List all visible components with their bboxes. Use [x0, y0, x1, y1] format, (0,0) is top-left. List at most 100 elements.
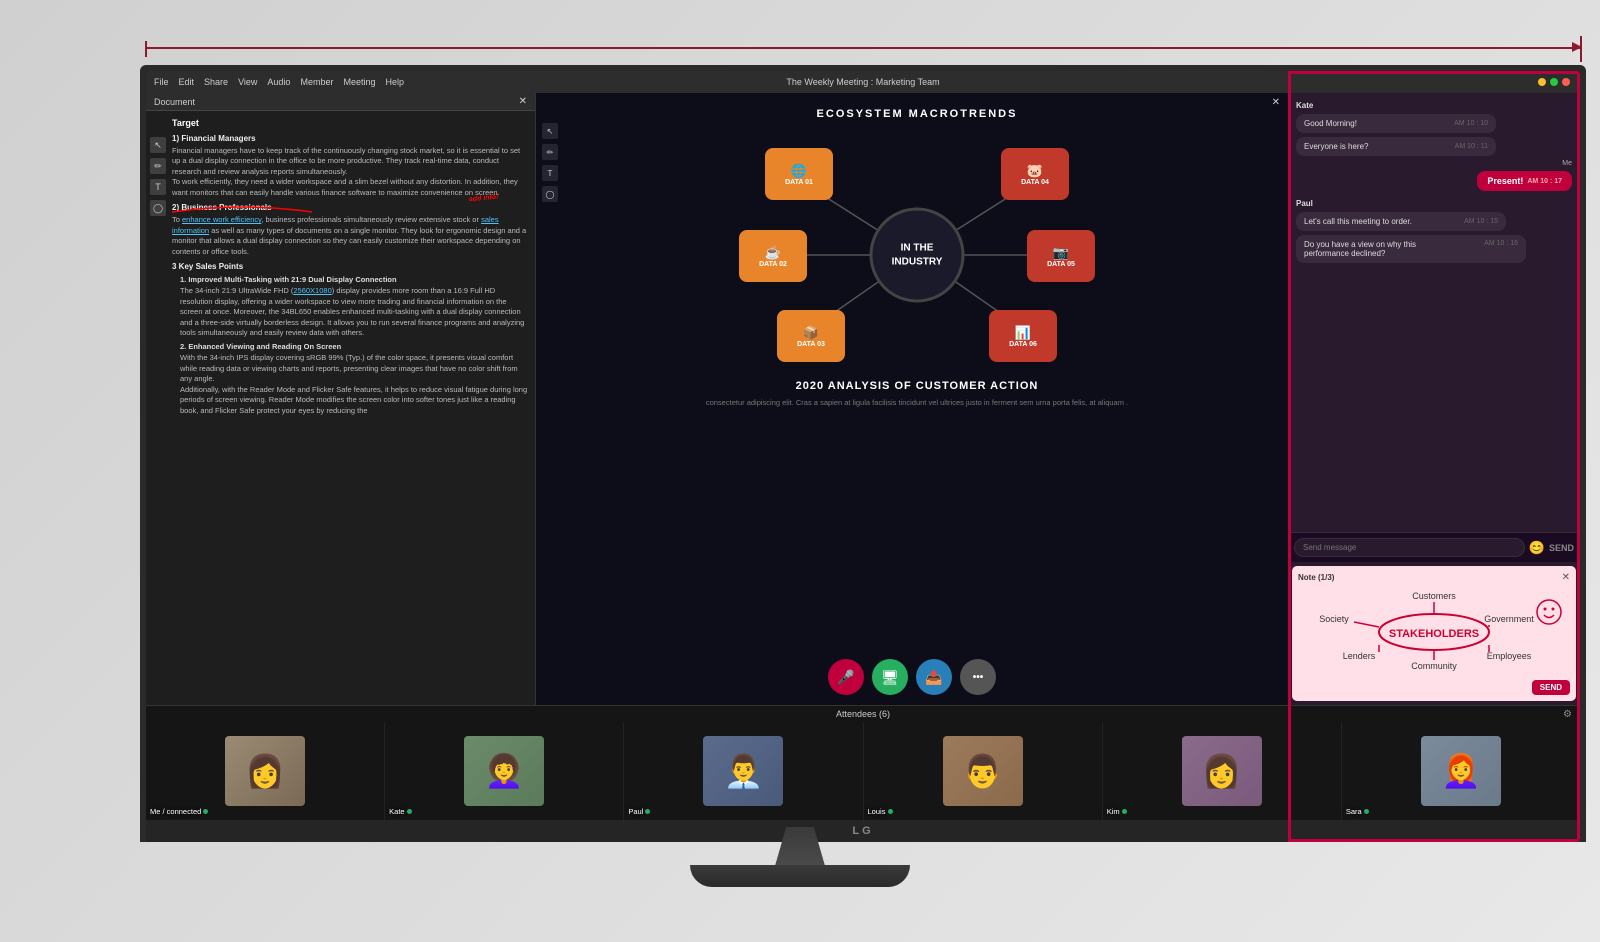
menu-meeting[interactable]: Meeting	[343, 77, 375, 87]
eco-node-02: ☕ DATA 02	[739, 230, 807, 282]
menu-view[interactable]: View	[238, 77, 257, 87]
pres-subtitle: 2020 ANALYSIS OF CUSTOMER ACTION	[796, 380, 1039, 392]
menu-audio[interactable]: Audio	[267, 77, 290, 87]
screen-button[interactable]: 🖥	[872, 659, 908, 695]
doc-section-finance: 1) Financial Managers Financial managers…	[172, 133, 529, 199]
chat-bubble-meeting-order: Let's call this meeting to order. AM 10 …	[1296, 212, 1506, 231]
eco-node-05: 📷 DATA 05	[1027, 230, 1095, 282]
svg-text:Customers: Customers	[1412, 591, 1456, 601]
chat-bubble-good-morning: Good Morning! AM 10 : 10	[1296, 114, 1496, 133]
ecosystem-diagram: IN THE INDUSTRY 🌐 DATA 01 ☕ DATA 02	[737, 140, 1097, 370]
chat-messages-area: Kate Good Morning! AM 10 : 10 Everyone i…	[1288, 93, 1580, 532]
chat-panel: Kate Good Morning! AM 10 : 10 Everyone i…	[1288, 93, 1580, 705]
pres-content: ECOSYSTEM MACROTRENDS	[536, 93, 1288, 705]
menu-bar: File Edit Share View Audio Member Meetin…	[146, 71, 1580, 93]
attendees-list: 👩 Me / connected 👩‍🦱 Kate 👨‍💼	[146, 706, 1580, 820]
chat-bubble-present: Present! AM 10 : 17	[1477, 171, 1572, 191]
attendee-sara-name: Sara	[1346, 807, 1369, 816]
menu-share[interactable]: Share	[204, 77, 228, 87]
stakeholders-svg: Customers Society Government STAKEHOLDER…	[1298, 587, 1570, 672]
pres-tool-cursor[interactable]: ↖	[542, 123, 558, 139]
pres-tool-shape[interactable]: ◯	[542, 186, 558, 202]
note-header: Note (1/3) ✕	[1298, 572, 1570, 583]
share-button[interactable]: 📤	[916, 659, 952, 695]
eco-node-06: 📊 DATA 06	[989, 310, 1057, 362]
close-dot[interactable]	[1562, 78, 1570, 86]
monitor-stand	[690, 827, 910, 887]
eco-node-04: 🐷 DATA 04	[1001, 148, 1069, 200]
pres-header-title: ECOSYSTEM MACROTRENDS	[817, 108, 1018, 120]
main-area: Document ✕ ↖ ✏ T ◯ Target 1) Financial M…	[146, 93, 1580, 705]
attendee-me-name: Me / connected	[150, 807, 208, 816]
attendee-kim-name: Kim	[1107, 807, 1127, 816]
svg-text:Employees: Employees	[1487, 651, 1532, 661]
presentation-panel: ✕ ↖ ✏ T ◯ ECOSYSTEM MACROTRENDS	[536, 93, 1288, 705]
minimize-dot[interactable]	[1538, 78, 1546, 86]
attendee-kim: 👩 Kim	[1103, 722, 1342, 820]
attendees-title-label: Attendees (6)	[836, 709, 890, 719]
menu-file[interactable]: File	[154, 77, 169, 87]
chat-input-field[interactable]	[1294, 538, 1525, 557]
svg-text:Society: Society	[1319, 614, 1349, 624]
tool-shape[interactable]: ◯	[150, 200, 166, 216]
note-title: Note (1/3)	[1298, 573, 1334, 582]
chat-me-label: Me	[1296, 160, 1572, 167]
monitor-screen: File Edit Share View Audio Member Meetin…	[146, 71, 1580, 842]
pres-tool-text[interactable]: T	[542, 165, 558, 181]
svg-text:Lenders: Lenders	[1343, 651, 1376, 661]
svg-text:Government: Government	[1484, 614, 1534, 624]
tool-pen[interactable]: ✏	[150, 158, 166, 174]
measurement-arrow	[145, 38, 1582, 58]
controls-bar: 🎤 🖥 📤 •••	[828, 659, 996, 695]
doc-toolbar: ↖ ✏ T ◯	[150, 137, 166, 216]
attendee-kate: 👩‍🦱 Kate	[385, 722, 624, 820]
note-close-icon[interactable]: ✕	[1562, 572, 1570, 583]
doc-section-business: 2) Business Professionals add info! To e…	[172, 202, 529, 257]
menu-edit[interactable]: Edit	[179, 77, 195, 87]
svg-text:STAKEHOLDERS: STAKEHOLDERS	[1389, 628, 1479, 640]
eco-center-circle: IN THE INDUSTRY	[870, 208, 965, 303]
doc-content: Target 1) Financial Managers Financial m…	[146, 111, 535, 695]
doc-section-sales: 3 Key Sales Points 1. Improved Multi-Tas…	[172, 261, 529, 416]
doc-section-target: Target	[172, 117, 529, 130]
menu-items[interactable]: File Edit Share View Audio Member Meetin…	[154, 77, 404, 87]
window-title: The Weekly Meeting : Marketing Team	[786, 77, 939, 87]
pres-lorem-text: consectetur adipiscing elit. Cras a sapi…	[686, 398, 1148, 407]
mic-button[interactable]: 🎤	[828, 659, 864, 695]
pres-tool-pen[interactable]: ✏	[542, 144, 558, 160]
more-button[interactable]: •••	[960, 659, 996, 695]
chat-sender-kate: Kate	[1296, 101, 1572, 110]
doc-panel-header: Document ✕	[146, 93, 535, 111]
window-controls	[1538, 78, 1570, 86]
attendees-settings-icon[interactable]: ⚙	[1563, 709, 1572, 720]
send-chat-button[interactable]: SEND	[1549, 543, 1574, 553]
doc-panel-close[interactable]: ✕	[519, 96, 527, 107]
pres-close-btn[interactable]: ✕	[1272, 97, 1280, 108]
attendee-me: 👩 Me / connected	[146, 722, 385, 820]
menu-help[interactable]: Help	[386, 77, 405, 87]
chat-sender-paul: Paul	[1296, 199, 1572, 208]
attendee-paul-name: Paul	[628, 807, 650, 816]
tool-cursor[interactable]: ↖	[150, 137, 166, 153]
document-panel: Document ✕ ↖ ✏ T ◯ Target 1) Financial M…	[146, 93, 536, 705]
eco-node-01: 🌐 DATA 01	[765, 148, 833, 200]
note-send-button[interactable]: SEND	[1532, 680, 1570, 695]
tool-highlight[interactable]: T	[150, 179, 166, 195]
attendee-sara: 👩‍🦰 Sara	[1342, 722, 1580, 820]
attendee-louis-name: Louis	[868, 807, 893, 816]
attendee-kate-name: Kate	[389, 807, 412, 816]
doc-panel-title: Document	[154, 97, 195, 107]
menu-member[interactable]: Member	[300, 77, 333, 87]
pres-toolbar: ↖ ✏ T ◯	[542, 123, 558, 202]
svg-text:Community: Community	[1411, 661, 1457, 671]
note-panel: Note (1/3) ✕ Customers Society Governmen…	[1292, 566, 1576, 701]
note-content-area: Customers Society Government STAKEHOLDER…	[1298, 587, 1570, 672]
attendees-bar: Attendees (6) ⚙ 👩 Me / connected 👩‍🦱	[146, 705, 1580, 820]
attendee-louis: 👨 Louis	[864, 722, 1103, 820]
chat-bubble-everyone: Everyone is here? AM 10 : 11	[1296, 137, 1496, 156]
emoji-icon[interactable]: 😊	[1529, 540, 1545, 556]
maximize-dot[interactable]	[1550, 78, 1558, 86]
chat-input-area: 😊 SEND	[1288, 532, 1580, 562]
chat-bubble-performance: Do you have a view on why thisperformanc…	[1296, 235, 1526, 263]
eco-node-03: 📦 DATA 03	[777, 310, 845, 362]
